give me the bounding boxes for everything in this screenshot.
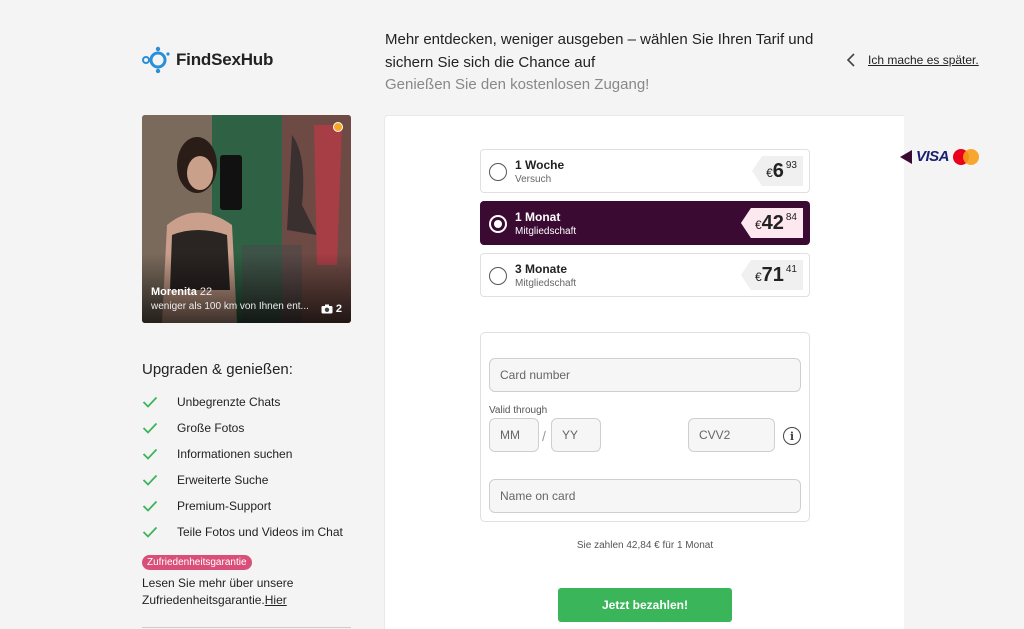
price-tag: € 6 93 <box>752 156 803 186</box>
feature-label: Teile Fotos und Videos im Chat <box>177 525 343 539</box>
price-tag: € 42 84 <box>740 208 803 238</box>
plan-subtitle: Mitgliedschaft <box>515 278 577 289</box>
plan-name: 1 Monat <box>515 210 561 224</box>
logo[interactable]: FindSexHub <box>142 45 273 75</box>
price-currency: € <box>754 218 762 232</box>
guarantee-badge: Zufriedenheitsgarantie <box>142 555 252 570</box>
subline: Genießen Sie den kostenlosen Zugang! <box>385 76 650 93</box>
price-integer: 6 <box>772 160 784 182</box>
radio-button[interactable] <box>489 267 507 285</box>
profile-card[interactable]: Morenita 22 weniger als 100 km von Ihnen… <box>142 115 351 323</box>
cvv-field[interactable]: CVV2 <box>688 418 775 452</box>
price-currency: € <box>754 270 762 284</box>
check-icon <box>142 448 177 460</box>
profile-age: 22 <box>199 286 213 298</box>
divider <box>142 627 351 628</box>
list-item: Große Fotos <box>142 415 343 441</box>
feature-label: Große Fotos <box>177 421 245 435</box>
expiry-month-field[interactable]: MM <box>489 418 539 452</box>
photo-count-value: 2 <box>335 303 342 315</box>
list-item: Teile Fotos und Videos im Chat <box>142 519 343 545</box>
check-icon <box>142 526 177 538</box>
brand-name: FindSexHub <box>176 50 274 69</box>
check-icon <box>142 500 177 512</box>
payment-summary: Sie zahlen 42,84 € für 1 Monat <box>576 540 714 551</box>
price-decimal: 41 <box>785 264 797 275</box>
plan-name: 1 Woche <box>515 158 565 172</box>
feature-list: Unbegrenzte Chats Große Fotos Informatio… <box>142 389 343 545</box>
plan-name: 3 Monate <box>515 262 568 276</box>
list-item: Unbegrenzte Chats <box>142 389 343 415</box>
name-on-card-field[interactable]: Name on card <box>489 479 801 513</box>
price-decimal: 93 <box>785 160 797 171</box>
radio-button[interactable] <box>489 163 507 181</box>
price-currency: € <box>766 166 773 180</box>
profile-distance: weniger als 100 km von Ihnen ent... <box>151 301 309 312</box>
profile-name: Morenita 22 <box>151 286 212 298</box>
upgrade-title: Upgraden & genießen: <box>142 361 293 378</box>
plan-subtitle: Versuch <box>515 174 552 185</box>
check-icon <box>142 474 177 486</box>
camera-icon <box>321 304 333 314</box>
info-icon[interactable]: i <box>783 427 801 445</box>
valid-through-label: Valid through <box>489 405 548 416</box>
feature-label: Informationen suchen <box>177 447 293 461</box>
expiry-separator: / <box>542 428 546 444</box>
online-status-icon <box>333 122 343 132</box>
list-item: Erweiterte Suche <box>142 467 343 493</box>
pay-button[interactable]: Jetzt bezahlen! <box>558 588 732 622</box>
guarantee-link[interactable]: Hier <box>265 593 287 607</box>
check-icon <box>142 422 177 434</box>
chevron-left-icon <box>846 53 855 67</box>
headline: Mehr entdecken, weniger ausgeben – wähle… <box>385 31 814 71</box>
price-decimal: 84 <box>785 212 797 223</box>
card-number-field[interactable]: Card number <box>489 358 801 392</box>
photo-count[interactable]: 2 <box>321 303 342 315</box>
visa-logo: VISA <box>916 148 950 165</box>
profile-name-text: Morenita <box>151 286 197 298</box>
plan-subtitle: Mitgliedschaft <box>515 226 577 237</box>
mastercard-icon <box>953 148 980 165</box>
feature-label: Erweiterte Suche <box>177 473 269 487</box>
price-integer: 71 <box>761 264 784 286</box>
plan-option-three-months[interactable]: 3 Monate Mitgliedschaft € 71 41 <box>480 253 810 297</box>
expiry-year-field[interactable]: YY <box>551 418 601 452</box>
skip-link[interactable]: Ich mache es später. <box>846 52 979 68</box>
price-integer: 42 <box>761 212 784 234</box>
price-tag: € 71 41 <box>740 260 803 290</box>
plan-option-month[interactable]: 1 Monat Mitgliedschaft € 42 84 <box>480 201 810 245</box>
guarantee-text: Lesen Sie mehr über unsere Zufriedenheit… <box>142 575 342 609</box>
radio-button-selected[interactable] <box>489 215 507 233</box>
list-item: Informationen suchen <box>142 441 343 467</box>
plan-option-week[interactable]: 1 Woche Versuch € 6 93 <box>480 149 810 193</box>
skip-link-label[interactable]: Ich mache es später. <box>868 53 979 67</box>
list-item: Premium-Support <box>142 493 343 519</box>
check-icon <box>142 396 177 408</box>
logo-icon <box>142 46 170 74</box>
feature-label: Unbegrenzte Chats <box>177 395 281 409</box>
feature-label: Premium-Support <box>177 499 272 513</box>
arrow-pointer-icon <box>900 149 912 164</box>
card-logos: VISA <box>900 148 980 165</box>
payment-logos-area <box>904 115 991 629</box>
